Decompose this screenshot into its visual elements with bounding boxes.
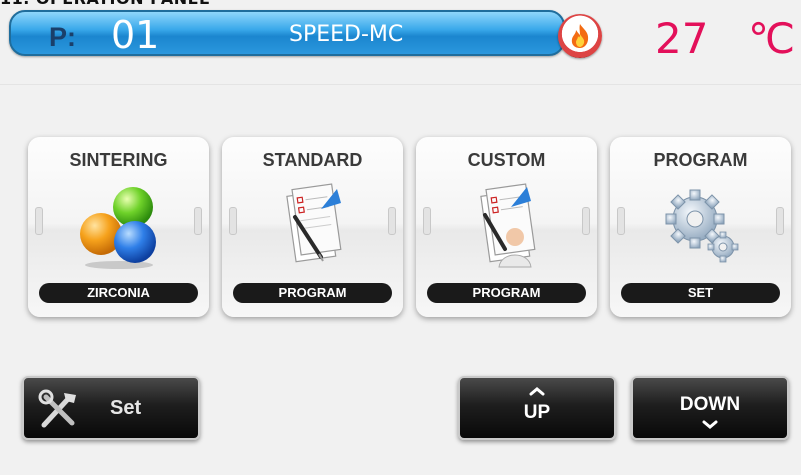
card-title: SINTERING xyxy=(69,150,168,170)
card-hinge xyxy=(582,207,590,235)
card-pill: SET xyxy=(621,283,780,303)
gears-icon xyxy=(665,189,738,263)
card-hinge xyxy=(194,207,202,235)
chevron-up-icon xyxy=(529,387,545,396)
card-hinge xyxy=(776,207,784,235)
card-sintering[interactable]: SINTERING ZIRCONIA xyxy=(28,137,209,317)
card-custom[interactable]: CUSTOM PROGRAM xyxy=(416,137,597,317)
temperature-unit: ℃ xyxy=(748,14,796,63)
temperature-value: 27 xyxy=(655,14,709,63)
document-pen-icon xyxy=(285,183,341,263)
card-standard[interactable]: STANDARD PROGRAM xyxy=(222,137,403,317)
card-pill: PROGRAM xyxy=(427,283,586,303)
document-user-icon xyxy=(479,183,535,268)
up-button[interactable]: UP xyxy=(458,376,616,440)
card-title: CUSTOM xyxy=(467,150,546,170)
card-pill: ZIRCONIA xyxy=(39,283,198,303)
colored-spheres-icon xyxy=(79,187,156,269)
page-heading: 11. OPERATION PANEL xyxy=(0,0,300,8)
card-title: STANDARD xyxy=(262,150,363,170)
down-button[interactable]: DOWN xyxy=(631,376,789,440)
program-label: P: xyxy=(49,22,76,52)
card-program[interactable]: PROGRAM SET xyxy=(610,137,791,317)
card-hinge xyxy=(35,207,43,235)
card-hinge xyxy=(388,207,396,235)
chevron-down-icon xyxy=(702,420,718,429)
down-button-label: DOWN xyxy=(679,394,741,415)
set-button-label: Set xyxy=(110,397,142,419)
card-hinge xyxy=(229,207,237,235)
up-button-label: UP xyxy=(523,402,551,423)
header-divider xyxy=(0,84,801,85)
card-hinge xyxy=(617,207,625,235)
flame-icon xyxy=(558,14,602,58)
card-title: PROGRAM xyxy=(653,150,748,170)
tools-icon xyxy=(38,389,76,428)
set-button[interactable]: Set xyxy=(22,376,200,440)
card-hinge xyxy=(423,207,431,235)
program-number: 01 xyxy=(111,13,160,57)
program-bar[interactable]: P: 01 SPEED-MC xyxy=(9,10,565,57)
card-pill: PROGRAM xyxy=(233,283,392,303)
program-name: SPEED-MC xyxy=(289,22,404,47)
